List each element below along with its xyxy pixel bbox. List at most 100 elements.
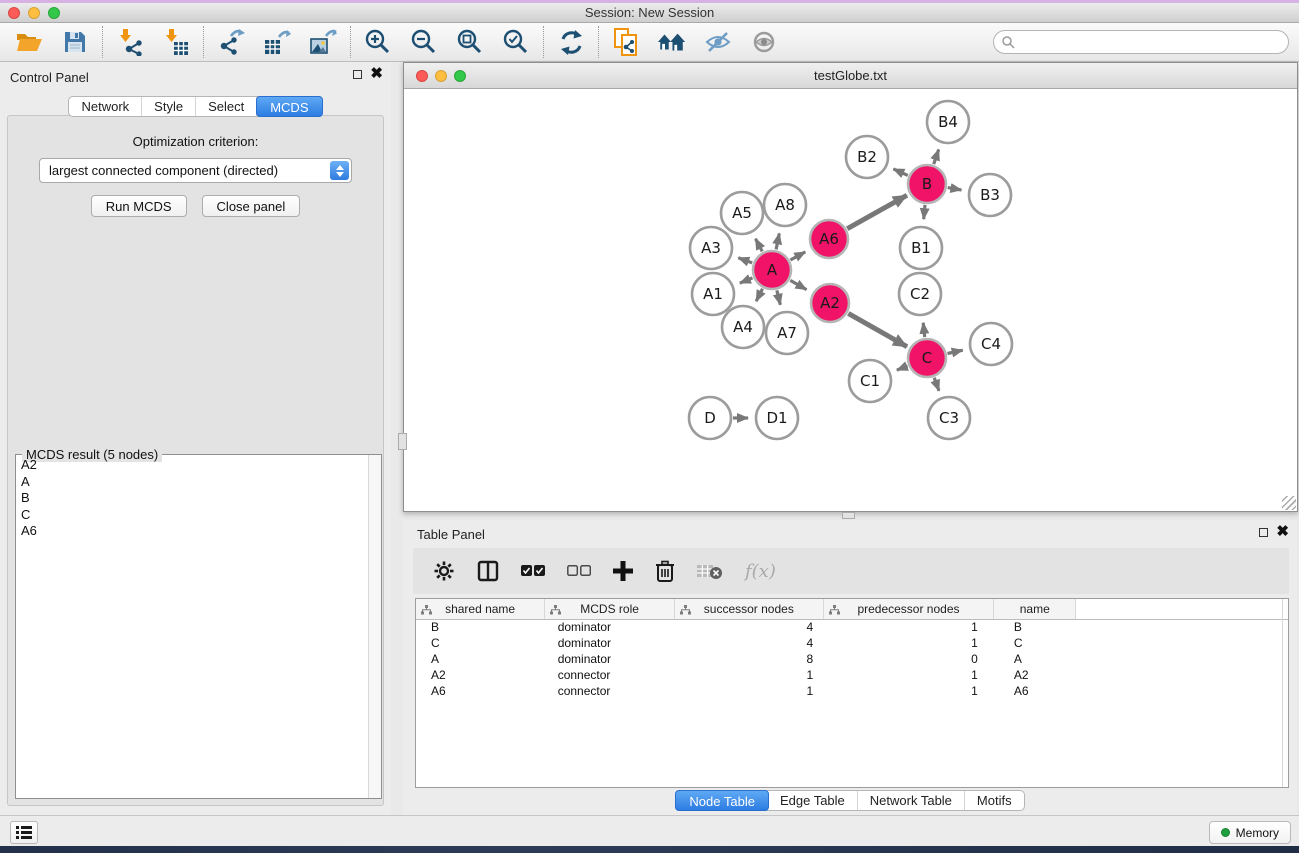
graph-edge-A-A5[interactable] (756, 239, 763, 252)
table-row[interactable]: A6connector11A6 (416, 683, 1288, 699)
refresh-layout-icon[interactable] (556, 27, 586, 57)
float-panel-icon[interactable] (353, 70, 362, 79)
close-panel-button[interactable]: Close panel (202, 195, 301, 217)
graph-edge-A6-B[interactable] (847, 195, 907, 228)
tab-network-table[interactable]: Network Table (858, 791, 965, 810)
splitter-grip[interactable] (398, 433, 407, 450)
result-item-c[interactable]: C (17, 507, 367, 524)
result-item-b[interactable]: B (17, 490, 367, 507)
graph-edge-C-C2[interactable] (923, 323, 925, 337)
graph-node-A5[interactable]: A5 (721, 192, 763, 234)
graph-node-A6[interactable]: A6 (810, 220, 848, 258)
save-icon[interactable] (60, 27, 90, 57)
close-window-button[interactable] (8, 7, 20, 19)
select-all-icon[interactable] (521, 564, 545, 578)
open-folder-icon[interactable] (14, 27, 44, 57)
network-close-button[interactable] (416, 70, 428, 82)
graph-edge-A-A3[interactable] (738, 258, 752, 263)
trash-icon[interactable] (655, 560, 675, 582)
deselect-all-icon[interactable] (567, 564, 591, 578)
splitter-grip-horizontal[interactable] (842, 512, 855, 519)
graph-node-C4[interactable]: C4 (970, 323, 1012, 365)
close-table-panel-icon[interactable]: ✖ (1276, 526, 1289, 538)
zoom-in-icon[interactable] (363, 27, 393, 57)
graph-node-B2[interactable]: B2 (846, 136, 888, 178)
eye-icon[interactable] (749, 27, 779, 57)
export-network-icon[interactable] (216, 27, 246, 57)
result-list-scrollbar[interactable] (368, 455, 381, 798)
import-network-icon[interactable] (115, 27, 145, 57)
graph-edge-B-B3[interactable] (948, 188, 962, 190)
search-field[interactable] (993, 30, 1289, 54)
export-image-icon[interactable] (308, 27, 338, 57)
graph-edge-A-A2[interactable] (790, 280, 806, 289)
zoom-out-icon[interactable] (409, 27, 439, 57)
graph-node-A3[interactable]: A3 (690, 227, 732, 269)
table-row[interactable]: Adominator80A (416, 651, 1288, 667)
add-icon[interactable] (613, 561, 633, 581)
graph-edge-C-C4[interactable] (948, 350, 963, 353)
import-table-icon[interactable] (161, 27, 191, 57)
run-mcds-button[interactable]: Run MCDS (91, 195, 187, 217)
home-icon[interactable] (657, 27, 687, 57)
graph-node-A1[interactable]: A1 (692, 273, 734, 315)
export-table-icon[interactable] (262, 27, 292, 57)
table-scrollbar[interactable] (1282, 599, 1283, 787)
table-row[interactable]: Bdominator41B (416, 619, 1288, 635)
search-input[interactable] (1015, 35, 1265, 49)
tab-motifs[interactable]: Motifs (965, 791, 1024, 810)
graph-node-C1[interactable]: C1 (849, 360, 891, 402)
graph-node-D1[interactable]: D1 (756, 397, 798, 439)
tab-edge-table[interactable]: Edge Table (768, 791, 858, 810)
graph-edge-A-A1[interactable] (740, 278, 753, 283)
zoom-selected-icon[interactable] (501, 27, 531, 57)
graph-node-C3[interactable]: C3 (928, 397, 970, 439)
table-row[interactable]: A2connector11A2 (416, 667, 1288, 683)
column-header-successor-nodes[interactable]: successor nodes (674, 599, 823, 619)
zoom-window-button[interactable] (48, 7, 60, 19)
graph-node-A[interactable]: A (753, 251, 791, 289)
tab-select[interactable]: Select (196, 97, 257, 116)
zoom-fit-icon[interactable] (455, 27, 485, 57)
column-chooser-icon[interactable] (477, 560, 499, 582)
result-item-a6[interactable]: A6 (17, 523, 367, 540)
memory-button[interactable]: Memory (1209, 821, 1291, 844)
graph-edge-A-A4[interactable] (756, 289, 762, 302)
minimize-window-button[interactable] (28, 7, 40, 19)
result-item-a2[interactable]: A2 (17, 457, 367, 474)
graph-edge-C-C1[interactable] (897, 366, 908, 370)
graph-node-B[interactable]: B (908, 165, 946, 203)
graph-edge-C-C3[interactable] (934, 378, 939, 391)
graph-edge-A-A6[interactable] (790, 252, 805, 260)
graph-node-A2[interactable]: A2 (811, 284, 849, 322)
graph-edge-A2-C[interactable] (848, 313, 907, 346)
delete-table-icon[interactable] (697, 562, 723, 580)
column-header-predecessor-nodes[interactable]: predecessor nodes (823, 599, 994, 619)
network-window-titlebar[interactable]: testGlobe.txt (404, 63, 1297, 89)
graph-node-A4[interactable]: A4 (722, 306, 764, 348)
graph-edge-B-B2[interactable] (893, 169, 907, 176)
new-network-from-selection-icon[interactable] (611, 27, 641, 57)
graph-node-D[interactable]: D (689, 397, 731, 439)
resize-grip-icon[interactable] (1282, 496, 1296, 510)
graph-node-A8[interactable]: A8 (764, 184, 806, 226)
graph-edge-A-A7[interactable] (777, 290, 780, 304)
graph-node-B4[interactable]: B4 (927, 101, 969, 143)
column-header-MCDS-role[interactable]: MCDS role (545, 599, 675, 619)
float-table-panel-icon[interactable] (1259, 528, 1268, 537)
tab-style[interactable]: Style (142, 97, 196, 116)
result-item-a[interactable]: A (17, 474, 367, 491)
graph-node-A7[interactable]: A7 (766, 312, 808, 354)
network-minimize-button[interactable] (435, 70, 447, 82)
graph-edge-B-B4[interactable] (934, 150, 939, 165)
table-row[interactable]: Cdominator41C (416, 635, 1288, 651)
network-zoom-button[interactable] (454, 70, 466, 82)
tab-node-table[interactable]: Node Table (675, 790, 769, 811)
function-builder-icon[interactable]: f(x) (745, 561, 776, 582)
tab-network[interactable]: Network (69, 97, 142, 116)
close-panel-icon[interactable]: ✖ (370, 68, 383, 80)
column-header-shared-name[interactable]: shared name (416, 599, 545, 619)
gear-icon[interactable] (433, 560, 455, 582)
graph-node-C[interactable]: C (908, 339, 946, 377)
network-canvas[interactable]: B4B2BB3A5A8A6A3B1AA1C2A2A4A7CC4C1C3DD1 (404, 89, 1297, 511)
